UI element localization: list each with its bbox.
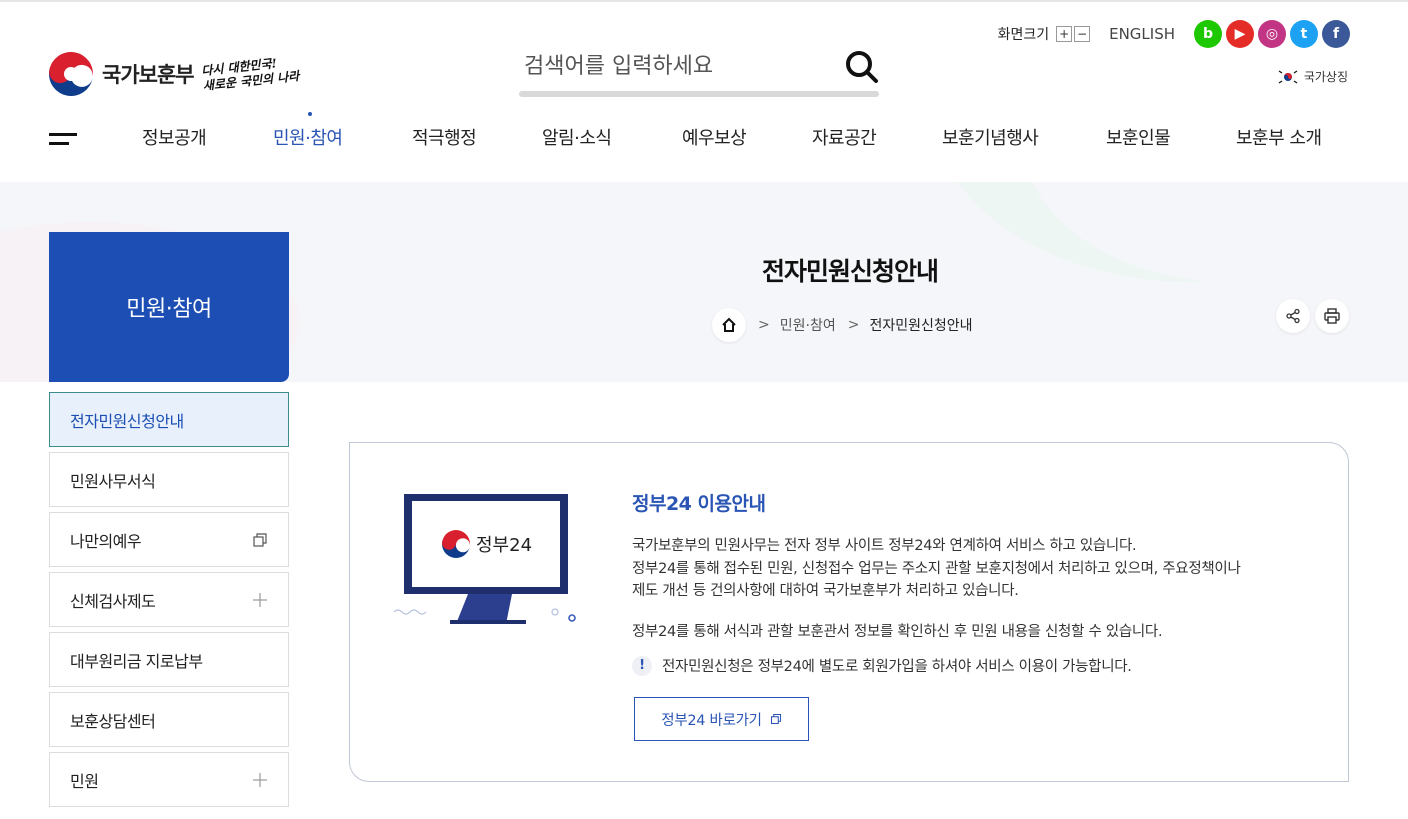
nav-item-active-admin[interactable]: 적극행정 xyxy=(412,124,477,150)
blog-icon[interactable]: b xyxy=(1194,20,1222,48)
monitor-label: 정부24 xyxy=(476,535,532,556)
twitter-icon[interactable]: t xyxy=(1290,20,1318,48)
taegukgi-icon xyxy=(1277,68,1298,85)
font-size-plus-button[interactable]: + xyxy=(1056,26,1073,42)
side-menu-item-label: 민원 xyxy=(70,771,99,791)
taegeuk-logo-icon xyxy=(49,52,93,96)
info-description-line: 정부24를 통해 접수된 민원, 신청접수 업무는 주소지 관할 보훈지청에서 … xyxy=(632,560,1241,577)
new-window-icon xyxy=(770,713,781,725)
search-underline xyxy=(519,91,879,97)
side-menu-item-label: 대부원리금 지로납부 xyxy=(70,651,203,671)
new-window-icon xyxy=(253,533,267,547)
monitor-illustration: 정부24 xyxy=(393,494,576,624)
main-nav: 정보공개 민원·참여 적극행정 알림·소식 예우보상 자료공간 보훈기념행사 보… xyxy=(0,124,1408,156)
search-icon[interactable] xyxy=(845,50,879,84)
facebook-icon[interactable]: f xyxy=(1322,20,1350,48)
breadcrumb-item[interactable]: 민원·참여 xyxy=(780,315,836,335)
home-button[interactable] xyxy=(712,308,746,342)
page-title: 전자민원신청안내 xyxy=(761,257,939,286)
nav-item-civil-participation[interactable]: 민원·참여 xyxy=(273,124,343,150)
slogan: 다시 대한민국! 새로운 국민의 나라 xyxy=(200,54,299,94)
exclamation-icon: ! xyxy=(632,655,652,676)
home-icon xyxy=(722,317,736,332)
nav-item-about[interactable]: 보훈부 소개 xyxy=(1236,124,1322,150)
info-title: 정부24 이용안내 xyxy=(632,493,766,515)
side-menu-item-label: 전자민원신청안내 xyxy=(70,411,184,431)
nav-item-memorial-events[interactable]: 보훈기념행사 xyxy=(942,124,1039,150)
top-divider xyxy=(0,0,1408,2)
utility-bar: 화면크기 + − ENGLISH b ▶ ◎ t f xyxy=(998,20,1350,48)
nav-item-resources[interactable]: 자료공간 xyxy=(812,124,877,150)
info-description-line: 국가보훈부의 민원사무는 전자 정부 사이트 정부24와 연계하여 서비스 하고… xyxy=(632,538,1137,554)
youtube-icon[interactable]: ▶ xyxy=(1226,20,1254,48)
info-description-line: 제도 개선 등 건의사항에 대하여 국가보훈부가 처리하고 있습니다. xyxy=(632,583,1019,599)
site-logo[interactable]: 국가보훈부 다시 대한민국! 새로운 국민의 나라 xyxy=(49,52,299,96)
national-symbol-link[interactable]: 국가상징 xyxy=(1277,68,1348,85)
gov24-shortcut-label: 정부24 바로가기 xyxy=(661,712,762,729)
side-menu-item-label: 나만의예우 xyxy=(70,531,142,551)
logo-text: 국가보훈부 xyxy=(102,63,195,87)
instagram-icon[interactable]: ◎ xyxy=(1258,20,1286,48)
print-icon xyxy=(1324,308,1340,324)
print-button[interactable] xyxy=(1315,299,1349,333)
side-menu-item-label: 신체검사제도 xyxy=(70,591,156,611)
nav-item-info-disclosure[interactable]: 정보공개 xyxy=(142,124,207,150)
info-description-2: 정부24를 통해 서식과 관할 보훈관서 정보를 확인하신 후 민원 내용을 신… xyxy=(632,624,1163,640)
side-menu-item-e-civil[interactable]: 전자민원신청안내 xyxy=(49,392,289,447)
search-area xyxy=(519,40,879,98)
gov24-shortcut-button[interactable]: 정부24 바로가기 xyxy=(634,697,809,741)
breadcrumb: > 민원·참여 > 전자민원신청안내 xyxy=(712,308,973,342)
side-menu-item-loan-giro[interactable]: 대부원리금 지로납부 xyxy=(49,632,289,687)
share-icon xyxy=(1286,308,1300,324)
side-menu-title: 민원·참여 xyxy=(49,232,289,382)
search-input[interactable] xyxy=(519,40,829,92)
plus-icon xyxy=(253,593,267,607)
side-menu: 전자민원신청안내 민원사무서식 나만의예우 신체검사제도 대부원리금 지로납부 … xyxy=(49,392,289,812)
breadcrumb-current: 전자민원신청안내 xyxy=(869,318,973,334)
side-menu-item-forms[interactable]: 민원사무서식 xyxy=(49,452,289,507)
gnb-active-dot xyxy=(308,112,312,116)
english-link[interactable]: ENGLISH xyxy=(1109,25,1175,43)
side-menu-item-label: 보훈상담센터 xyxy=(70,711,156,731)
chevron-right-icon: > xyxy=(758,317,770,333)
chevron-right-icon: > xyxy=(847,317,860,333)
notice-text: 전자민원신청은 정부24에 별도로 회원가입을 하셔야 서비스 이용이 가능합니… xyxy=(662,659,1132,675)
side-menu-item-my-benefits[interactable]: 나만의예우 xyxy=(49,512,289,567)
side-menu-item-civil[interactable]: 민원 xyxy=(49,752,289,807)
side-menu-item-label: 민원사무서식 xyxy=(70,471,156,491)
side-menu-item-counseling[interactable]: 보훈상담센터 xyxy=(49,692,289,747)
font-size-label: 화면크기 xyxy=(997,27,1050,43)
share-button[interactable] xyxy=(1276,299,1310,333)
nav-item-news[interactable]: 알림·소식 xyxy=(542,124,612,150)
font-size-minus-button[interactable]: − xyxy=(1074,26,1091,42)
national-symbol-label: 국가상징 xyxy=(1303,70,1348,84)
side-menu-item-physical-exam[interactable]: 신체검사제도 xyxy=(49,572,289,627)
plus-icon xyxy=(253,773,267,787)
nav-item-patriots[interactable]: 보훈인물 xyxy=(1106,124,1171,150)
nav-item-compensation[interactable]: 예우보상 xyxy=(682,124,747,150)
info-description: 국가보훈부의 민원사무는 전자 정부 사이트 정부24와 연계하여 서비스 하고… xyxy=(632,535,1312,603)
notice: ! 전자민원신청은 정부24에 별도로 회원가입을 하셔야 서비스 이용이 가능… xyxy=(632,655,1132,676)
